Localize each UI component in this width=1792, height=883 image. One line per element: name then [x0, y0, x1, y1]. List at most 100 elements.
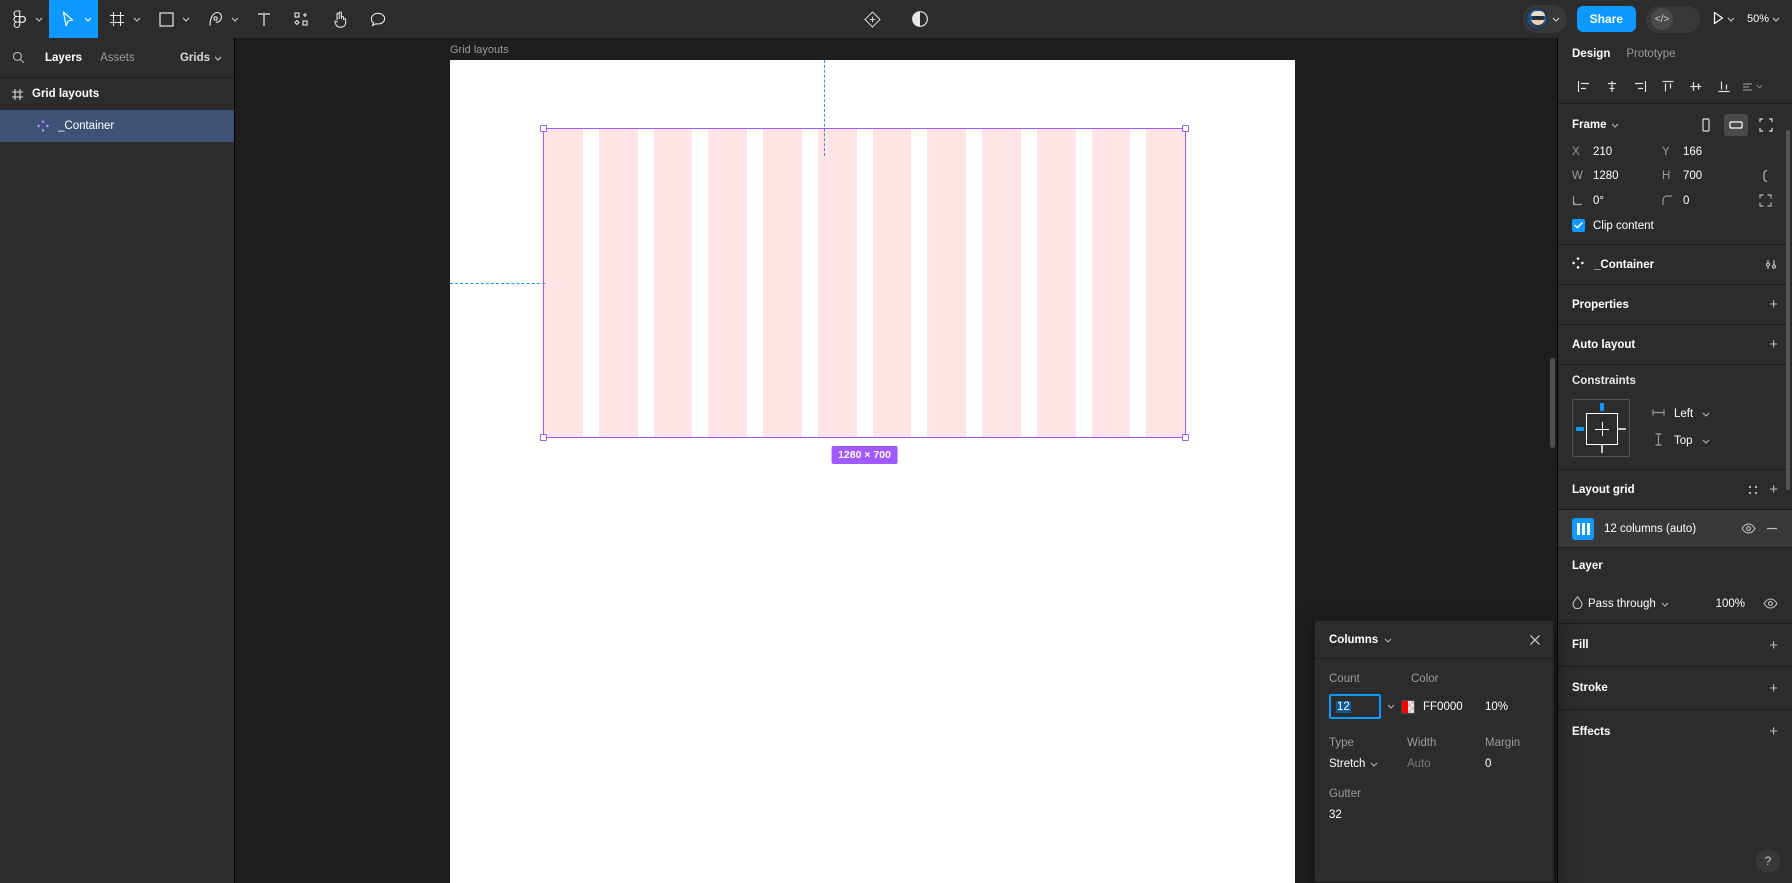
blend-mode-select[interactable]: Pass through [1572, 595, 1708, 612]
constraint-top-marker[interactable] [1600, 403, 1604, 411]
right-panel-scrollbar[interactable] [1786, 130, 1790, 490]
height-field[interactable]: H 700 [1662, 170, 1752, 182]
resize-handle-bottom-left[interactable] [540, 434, 547, 441]
columns-grid-swatch[interactable] [1572, 517, 1594, 540]
layout-grid-item[interactable]: 12 columns (auto) [1558, 510, 1792, 548]
align-bottom-icon[interactable] [1710, 74, 1738, 100]
text-icon [251, 0, 277, 38]
tab-assets[interactable]: Assets [100, 52, 135, 64]
layer-row-container[interactable]: _Container [0, 110, 234, 142]
gutter-labels: Gutter [1329, 788, 1539, 800]
contrast-icon[interactable] [907, 0, 933, 38]
help-button[interactable]: ? [1756, 849, 1780, 873]
vertical-constraint-select[interactable]: Top [1652, 432, 1710, 449]
landscape-icon[interactable] [1724, 114, 1748, 136]
resize-handle-top-right[interactable] [1182, 125, 1189, 132]
auto-layout-label: Auto layout [1572, 338, 1636, 351]
grid-column [927, 129, 966, 437]
corner-radius-field[interactable]: 0 [1662, 195, 1752, 207]
distribute-more-icon[interactable] [1738, 74, 1766, 100]
share-button[interactable]: Share [1576, 6, 1636, 32]
hand-tool-button[interactable] [321, 0, 359, 38]
zoom-control[interactable]: 50% [1747, 13, 1782, 25]
resize-handle-bottom-right[interactable] [1182, 434, 1189, 441]
count-stepper-chevron-down-icon[interactable] [1381, 704, 1401, 709]
search-icon[interactable] [12, 50, 27, 65]
add-layout-grid-button[interactable]: + [1769, 482, 1778, 497]
fit-icon[interactable] [1754, 114, 1778, 136]
horizontal-constraint-select[interactable]: Left [1652, 408, 1710, 420]
dev-mode-toggle[interactable]: </> [1645, 5, 1700, 33]
align-right-icon[interactable] [1626, 74, 1654, 100]
link-ratio-icon[interactable] [1752, 168, 1778, 184]
close-icon[interactable] [1529, 634, 1541, 646]
user-avatar-menu[interactable] [1522, 5, 1567, 33]
diamond-plus-icon[interactable] [859, 0, 885, 38]
align-horizontal-center-icon[interactable] [1598, 74, 1626, 100]
align-left-icon[interactable] [1570, 74, 1598, 100]
grid-type-select[interactable]: Columns [1329, 634, 1392, 646]
grid-gutter-value[interactable]: 32 [1329, 809, 1342, 821]
eye-icon[interactable] [1741, 523, 1756, 534]
count-color-values: 12 FF0000 10% [1329, 694, 1539, 719]
chevron-down-icon [83, 0, 92, 38]
stroke-row: Stroke + [1558, 667, 1792, 710]
constraint-right-marker[interactable] [1618, 428, 1626, 430]
grid-color-hex[interactable]: FF0000 [1423, 701, 1485, 713]
present-button[interactable] [1710, 11, 1737, 28]
comment-tool-button[interactable] [359, 0, 397, 38]
grid-column [1091, 129, 1131, 437]
move-tool-button[interactable] [49, 0, 98, 38]
constraint-bottom-marker[interactable] [1601, 445, 1603, 453]
constraint-diagram[interactable] [1572, 399, 1630, 457]
frame-properties-grid: X 210 Y 166 W 1280 H 700 0° 0 [1572, 146, 1778, 207]
independent-corners-icon[interactable] [1752, 194, 1778, 207]
y-position-field[interactable]: Y 166 [1662, 146, 1752, 158]
grid-style-icon[interactable] [1747, 484, 1759, 496]
add-auto-layout-button[interactable]: + [1769, 337, 1778, 352]
add-effects-button[interactable]: + [1769, 724, 1778, 739]
grid-column [763, 129, 802, 437]
layer-row-grid-layouts[interactable]: Grid layouts [0, 78, 234, 110]
tab-prototype[interactable]: Prototype [1626, 48, 1675, 60]
align-vertical-center-icon[interactable] [1682, 74, 1710, 100]
width-field[interactable]: W 1280 [1572, 170, 1662, 182]
page-selector[interactable]: Grids [180, 52, 222, 64]
resources-tool-button[interactable] [283, 0, 321, 38]
frame-name-label[interactable]: Grid layouts [450, 44, 509, 56]
chevron-down-icon [1727, 13, 1735, 25]
add-fill-button[interactable]: + [1769, 638, 1778, 653]
add-property-button[interactable]: + [1769, 297, 1778, 312]
count-input[interactable]: 12 [1329, 694, 1381, 719]
component-row[interactable]: _Container [1558, 245, 1792, 285]
frame-tool-button[interactable] [98, 0, 147, 38]
portrait-icon[interactable] [1694, 114, 1718, 136]
constraint-left-marker[interactable] [1576, 427, 1584, 431]
grid-type-select[interactable]: Stretch [1329, 758, 1407, 770]
grid-width-value[interactable]: Auto [1407, 758, 1485, 770]
canvas-scrollbar[interactable] [1550, 358, 1555, 448]
add-stroke-button[interactable]: + [1769, 681, 1778, 696]
rotation-field[interactable]: 0° [1572, 195, 1662, 207]
x-position-field[interactable]: X 210 [1572, 146, 1662, 158]
clip-content-row[interactable]: Clip content [1572, 219, 1778, 232]
grid-margin-value[interactable]: 0 [1485, 758, 1491, 770]
eye-icon[interactable] [1763, 598, 1778, 609]
main-menu-button[interactable] [0, 0, 49, 38]
align-top-icon[interactable] [1654, 74, 1682, 100]
tab-design[interactable]: Design [1572, 48, 1610, 60]
tab-layers[interactable]: Layers [45, 52, 82, 64]
text-tool-button[interactable] [245, 0, 283, 38]
frame-type-selector[interactable]: Frame [1572, 119, 1619, 131]
shape-tool-button[interactable] [147, 0, 196, 38]
grid-color-swatch[interactable] [1401, 699, 1415, 714]
x-value: 210 [1593, 146, 1613, 158]
minus-icon[interactable] [1766, 527, 1778, 530]
layer-opacity-value[interactable]: 100% [1716, 598, 1745, 610]
pen-tool-button[interactable] [196, 0, 245, 38]
grid-color-opacity[interactable]: 10% [1485, 701, 1508, 713]
component-settings-icon[interactable] [1764, 258, 1778, 271]
clip-content-checkbox[interactable] [1572, 219, 1585, 232]
resize-handle-top-left[interactable] [540, 125, 547, 132]
selection-bounding-box[interactable]: 1280 × 700 [540, 125, 1189, 464]
